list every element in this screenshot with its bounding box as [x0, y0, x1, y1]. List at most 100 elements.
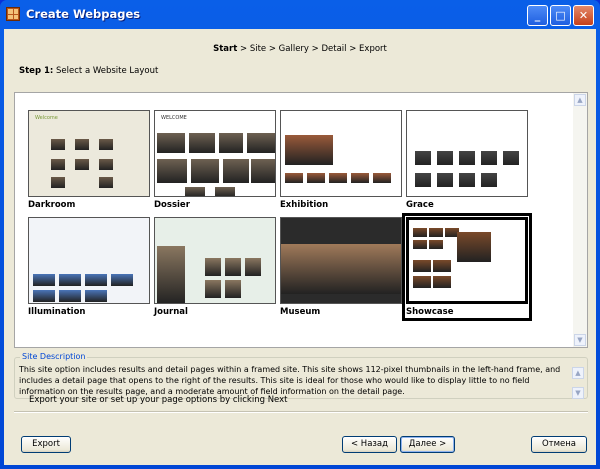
- thumbnail-photo: [415, 173, 431, 187]
- layout-option-illumination[interactable]: Illumination: [28, 217, 150, 317]
- thumbnail-photo: [59, 274, 81, 286]
- layout-option-dossier[interactable]: WELCOME Dossier: [154, 110, 276, 210]
- thumbnail-photo: [99, 139, 113, 150]
- thumbnail-photo: [433, 276, 451, 288]
- layout-option-museum[interactable]: Museum: [280, 217, 402, 317]
- thumbnail-photo: [245, 258, 261, 276]
- thumbnail-photo: [415, 151, 431, 165]
- next-button[interactable]: Далее >: [400, 436, 455, 453]
- thumbnail-photo: [459, 173, 475, 187]
- layout-thumbnail[interactable]: WELCOME: [154, 110, 276, 197]
- thumbnail-photo: [281, 244, 401, 294]
- scroll-down-icon[interactable]: ▼: [574, 334, 586, 346]
- thumbnail-photo: [307, 173, 325, 183]
- breadcrumb-rest: > Site > Gallery > Detail > Export: [237, 44, 387, 54]
- thumbnail-photo: [99, 159, 113, 170]
- step-text: Select a Website Layout: [53, 66, 159, 76]
- thumbnail-photo: [225, 280, 241, 298]
- layout-option-journal[interactable]: Journal: [154, 217, 276, 317]
- layout-thumbnail[interactable]: Welcome: [28, 110, 150, 197]
- scroll-up-icon[interactable]: ▲: [572, 367, 584, 379]
- layout-thumbnail[interactable]: [406, 110, 528, 197]
- thumbnail-photo: [247, 133, 275, 153]
- thumbnail-photo: [85, 274, 107, 286]
- scroll-up-icon[interactable]: ▲: [574, 94, 586, 106]
- thumbnail-photo: [225, 258, 241, 276]
- cancel-button[interactable]: Отмена: [531, 436, 587, 453]
- thumbnail-photo: [205, 258, 221, 276]
- layout-option-grace[interactable]: Grace: [406, 110, 528, 210]
- layout-option-exhibition[interactable]: Exhibition: [280, 110, 402, 210]
- gallery-scrollbar[interactable]: ▲ ▼: [573, 93, 587, 347]
- layout-gallery: Welcome Darkroom WELCOME Dossier Exhibition G…: [14, 92, 588, 348]
- layout-name: Darkroom: [28, 200, 76, 210]
- thumbnail-photo: [85, 290, 107, 302]
- layout-thumbnail[interactable]: [28, 217, 150, 304]
- thumbnail-photo: [99, 177, 113, 188]
- window-title: Create Webpages: [26, 7, 141, 21]
- hint-text: Export your site or set up your page opt…: [29, 395, 288, 405]
- thumbnail-photo: [413, 260, 431, 272]
- thumbnail-photo: [459, 151, 475, 165]
- title-bar[interactable]: Create Webpages _ □ ✕: [0, 0, 600, 29]
- site-description-group: Site Description This site option includ…: [14, 352, 588, 399]
- thumbnail-photo: [223, 159, 249, 183]
- thumbnail-photo: [33, 274, 55, 286]
- thumbnail-photo: [157, 159, 187, 183]
- layout-name: Museum: [280, 307, 321, 317]
- layout-option-darkroom[interactable]: Welcome Darkroom: [28, 110, 150, 210]
- thumbnail-photo: [51, 177, 65, 188]
- thumbnail-photo: [429, 240, 443, 249]
- thumbnail-photo: [481, 173, 497, 187]
- thumbnail-heading: Welcome: [35, 115, 58, 121]
- thumbnail-photo: [329, 173, 347, 183]
- layout-name: Dossier: [154, 200, 190, 210]
- thumbnail-photo: [251, 159, 275, 183]
- thumbnail-photo: [437, 151, 453, 165]
- app-icon: [6, 7, 20, 21]
- layout-name: Exhibition: [280, 200, 329, 210]
- breadcrumb-current: Start: [213, 44, 238, 54]
- thumbnail-photo: [373, 173, 391, 183]
- layout-thumbnail[interactable]: [406, 217, 528, 304]
- divider: [14, 411, 588, 413]
- thumbnail-photo: [503, 151, 519, 165]
- thumbnail-photo: [351, 173, 369, 183]
- layout-name: Showcase: [406, 307, 454, 317]
- export-button[interactable]: Export: [21, 436, 71, 453]
- thumbnail-photo: [185, 187, 205, 196]
- breadcrumb: Start > Site > Gallery > Detail > Export: [4, 44, 596, 54]
- thumbnail-photo: [75, 139, 89, 150]
- description-scrollbar[interactable]: ▲ ▼: [571, 367, 584, 399]
- thumbnail-photo: [157, 246, 185, 303]
- thumbnail-photo: [219, 133, 243, 153]
- back-button[interactable]: < Назад: [342, 436, 397, 453]
- layout-name: Grace: [406, 200, 434, 210]
- thumbnail-photo: [157, 133, 185, 153]
- maximize-button[interactable]: □: [550, 5, 571, 26]
- thumbnail-photo: [429, 228, 443, 237]
- thumbnail-photo: [437, 173, 453, 187]
- thumbnail-photo: [33, 290, 55, 302]
- step-heading: Step 1: Select a Website Layout: [19, 66, 158, 76]
- minimize-button[interactable]: _: [527, 5, 548, 26]
- scroll-down-icon[interactable]: ▼: [572, 387, 584, 399]
- layout-thumbnail[interactable]: [280, 217, 402, 304]
- thumbnail-photo: [51, 139, 65, 150]
- thumbnail-photo: [189, 133, 215, 153]
- layout-name: Illumination: [28, 307, 86, 317]
- thumbnail-photo: [51, 159, 65, 170]
- thumbnail-photo: [191, 159, 219, 183]
- layout-thumbnail[interactable]: [280, 110, 402, 197]
- create-webpages-window: Create Webpages _ □ ✕ Start > Site > Gal…: [0, 0, 600, 469]
- step-label: Step 1:: [19, 66, 54, 76]
- thumbnail-photo: [285, 173, 303, 183]
- thumbnail-photo: [205, 280, 221, 298]
- close-button[interactable]: ✕: [573, 5, 594, 26]
- site-description-text: This site option includes results and de…: [19, 365, 561, 396]
- layout-option-showcase[interactable]: Showcase: [402, 213, 532, 321]
- layout-thumbnail[interactable]: [154, 217, 276, 304]
- thumbnail-photo: [413, 228, 427, 237]
- thumbnail-photo: [59, 290, 81, 302]
- thumbnail-photo: [481, 151, 497, 165]
